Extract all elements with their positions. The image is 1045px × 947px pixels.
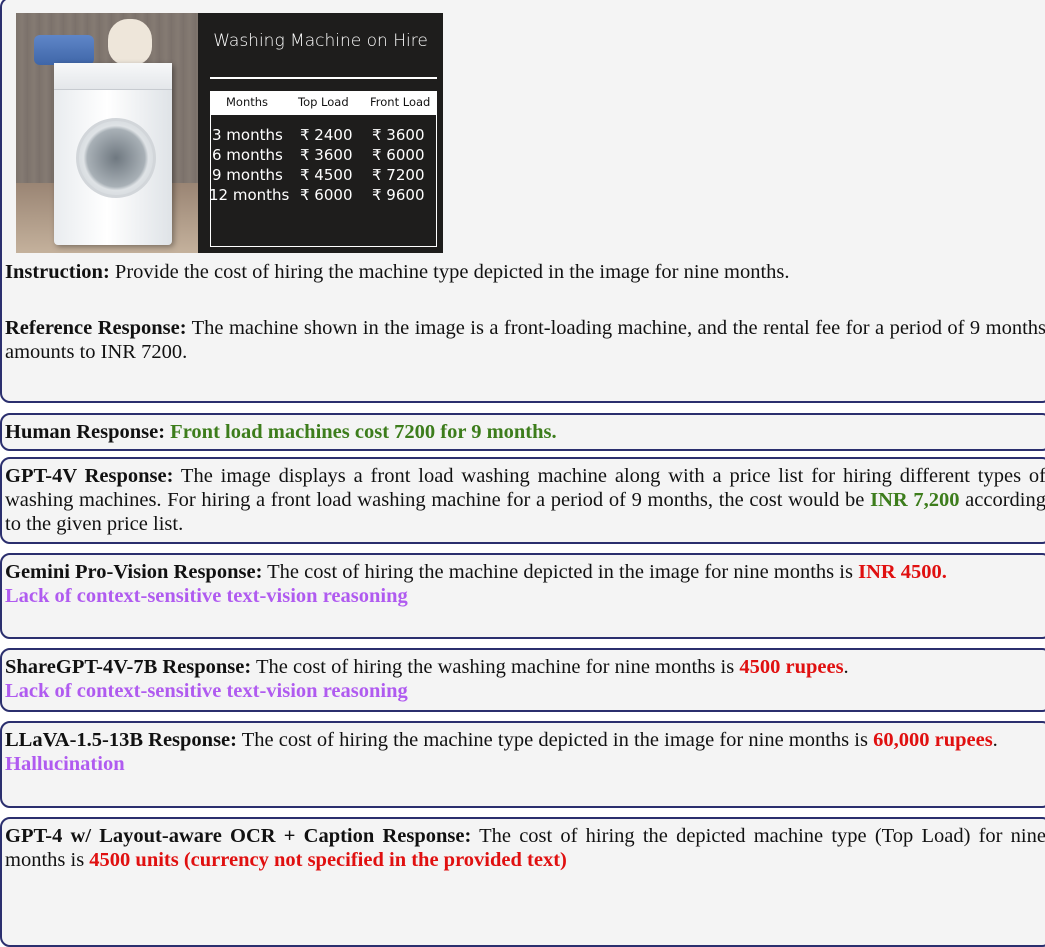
price-row: 6 months ₹ 3600 ₹ 6000 [212,146,425,164]
sharegpt-error-type: Lack of context-sensitive text-vision re… [5,680,408,702]
header-top-load: Top Load [298,95,349,109]
price-board-rows: 3 months ₹ 2400 ₹ 3600 6 months ₹ 3600 ₹… [209,125,437,205]
sharegpt-answer: 4500 rupees [739,656,844,678]
reference-label: Reference Response: [5,317,187,339]
front-load-washer-graphic [54,63,172,245]
gemini-error-type: Lack of context-sensitive text-vision re… [5,585,408,607]
gemini-response-card: Gemini Pro-Vision Response: The cost of … [0,553,1045,639]
price-row: 12 months ₹ 6000 ₹ 9600 [209,186,425,204]
sharegpt-response-card: ShareGPT-4V-7B Response: The cost of hir… [0,648,1045,712]
llava-answer: 60,000 rupees [873,729,993,751]
human-label: Human Response: [5,421,166,443]
gpt4-ocr-label: GPT-4 w/ Layout-aware OCR + Caption Resp… [5,825,472,847]
price-row: 9 months ₹ 4500 ₹ 7200 [212,166,425,184]
reference-response-text: Reference Response: The machine shown in… [5,317,1045,363]
header-front-load: Front Load [370,95,431,109]
gemini-answer: INR 4500. [858,561,947,583]
washing-machine-image: Washing Machine on Hire Months Top Load … [16,13,443,253]
gpt4v-label: GPT-4V Response: [5,465,174,487]
gpt4-ocr-answer: 4500 units (currency not specified in th… [89,849,567,871]
price-row: 3 months ₹ 2400 ₹ 3600 [212,126,425,144]
price-board-title: Washing Machine on Hire [213,31,428,51]
instruction-text: Instruction: Provide the cost of hiring … [5,261,790,283]
llava-error-type: Hallucination [5,753,125,775]
human-answer: Front load machines cost 7200 for 9 mont… [165,421,557,443]
llava-label: LLaVA-1.5-13B Response: [5,729,237,751]
gemini-label: Gemini Pro-Vision Response: [5,561,263,583]
price-board: Washing Machine on Hire Months Top Load … [198,13,443,253]
price-board-header: Months Top Load Front Load [210,91,437,115]
instruction-label: Instruction: [5,261,110,283]
header-months: Months [226,95,269,109]
gpt4v-answer: INR 7,200 [870,489,960,511]
teddy-bear-graphic [108,19,152,65]
gpt4v-response-card: GPT-4V Response: The image displays a fr… [0,457,1045,544]
towels-graphic [34,35,94,65]
sharegpt-label: ShareGPT-4V-7B Response: [5,656,252,678]
gpt4-ocr-response-card: GPT-4 w/ Layout-aware OCR + Caption Resp… [0,817,1045,947]
llava-response-card: LLaVA-1.5-13B Response: The cost of hiri… [0,721,1045,808]
human-response-card: Human Response: Front load machines cost… [0,413,1045,451]
question-card: Washing Machine on Hire Months Top Load … [0,0,1045,403]
